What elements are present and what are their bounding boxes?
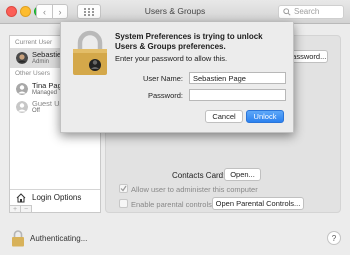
search-icon (283, 8, 291, 16)
parental-controls-label: Enable parental controls (131, 200, 212, 209)
current-user-heading: Current User (15, 39, 53, 46)
password-label: Password: (147, 91, 183, 100)
dialog-title: System Preferences is trying to unlock U… (115, 32, 263, 51)
cancel-button[interactable]: Cancel (205, 110, 243, 123)
unlock-button[interactable]: Unlock (246, 110, 284, 123)
search-field[interactable]: Search (278, 5, 344, 19)
username-field[interactable] (189, 72, 286, 84)
checkmark-icon (120, 185, 127, 192)
login-options-item[interactable]: Login Options (10, 189, 100, 205)
avatar (16, 101, 28, 113)
help-button[interactable]: ? (327, 231, 341, 245)
parental-controls-checkbox[interactable] (119, 199, 128, 208)
unlock-dialog: System Preferences is trying to unlock U… (60, 22, 294, 133)
remove-user-button[interactable]: − (20, 205, 32, 213)
search-placeholder: Search (294, 7, 320, 16)
allow-admin-label: Allow user to administer this computer (131, 185, 258, 194)
dialog-message: Enter your password to allow this. (115, 54, 228, 63)
add-remove-bar: + − (9, 205, 32, 213)
user-role: Off (32, 108, 40, 114)
user-role: Admin (32, 59, 50, 65)
password-field[interactable] (189, 89, 286, 101)
house-icon (16, 193, 26, 203)
login-options-label: Login Options (32, 193, 82, 202)
contacts-card-label: Contacts Card: (172, 171, 226, 180)
lock-icon (73, 30, 107, 75)
open-parental-controls-button[interactable]: Open Parental Controls... (212, 197, 304, 210)
avatar (16, 52, 28, 64)
authenticating-status: Authenticating... (30, 234, 88, 243)
username-label: User Name: (142, 74, 183, 83)
allow-admin-checkbox[interactable] (119, 184, 128, 193)
avatar (16, 83, 28, 95)
contacts-open-button[interactable]: Open... (224, 168, 261, 181)
title-bar: ‹ › Users & Groups Search (0, 0, 350, 24)
other-users-heading: Other Users (15, 70, 51, 77)
lock-icon[interactable] (11, 230, 25, 247)
user-role: Managed (32, 90, 58, 96)
